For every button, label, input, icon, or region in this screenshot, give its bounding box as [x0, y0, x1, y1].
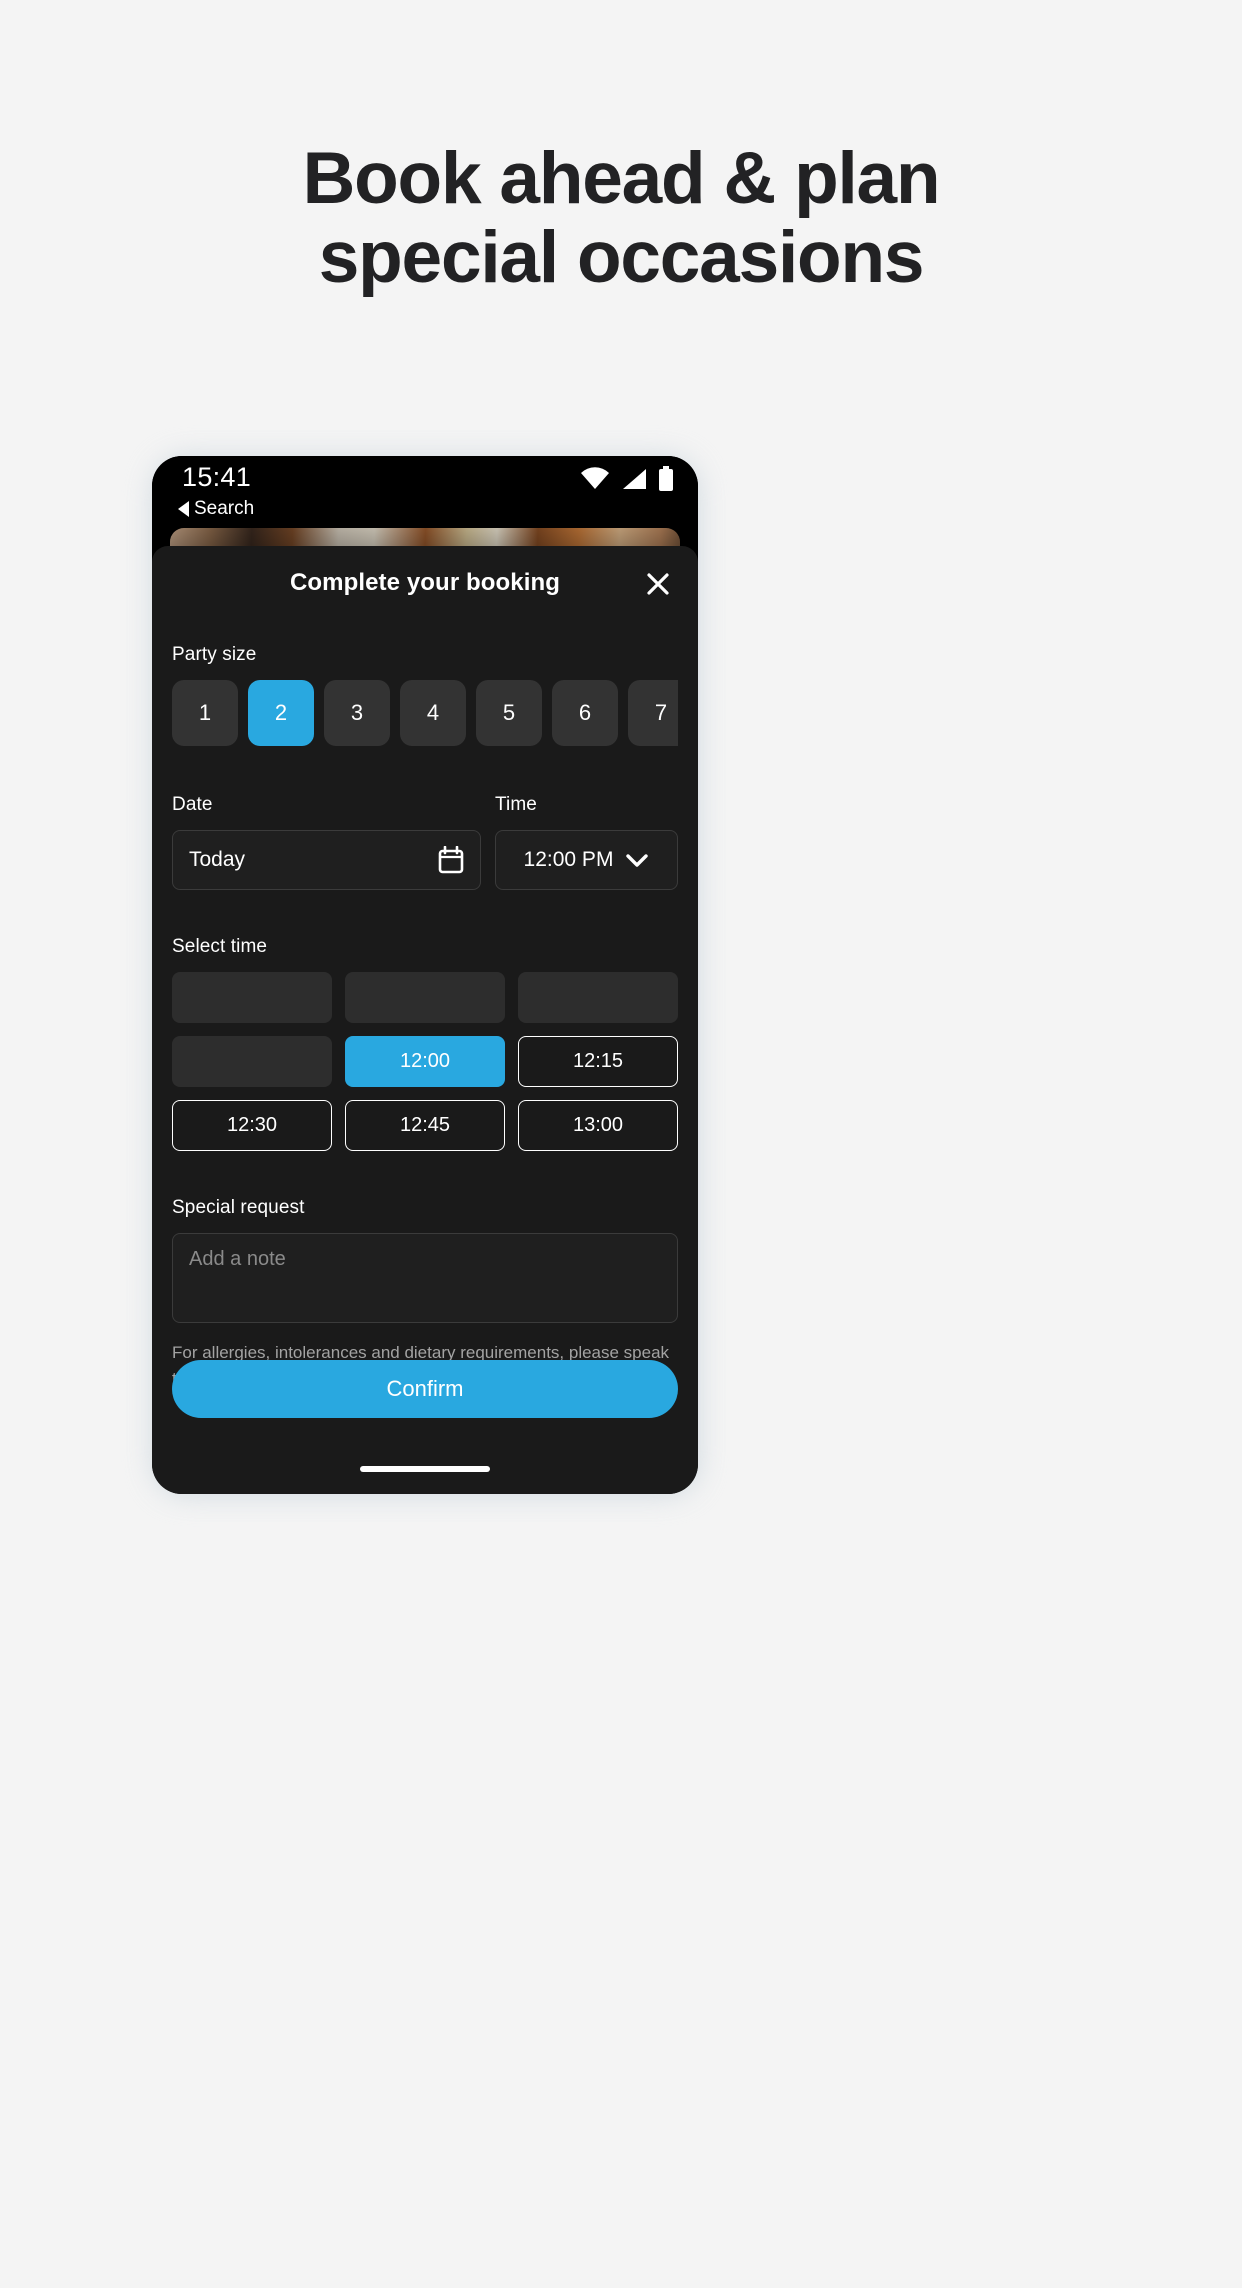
phone-frame: 15:41 Search Complete your booking Party…: [152, 456, 698, 1494]
party-size-chip-7[interactable]: 7: [628, 680, 678, 746]
status-bar: 15:41 Search: [152, 456, 698, 528]
date-label: Date: [172, 794, 213, 815]
calendar-icon: [438, 846, 464, 874]
time-label: Time: [495, 794, 537, 815]
party-size-chip-6[interactable]: 6: [552, 680, 618, 746]
page-title: Book ahead & plan special occasions: [0, 138, 1242, 298]
special-request-label: Special request: [172, 1197, 305, 1218]
chevron-down-icon: [626, 854, 649, 867]
battery-icon: [659, 466, 673, 491]
back-label: Search: [194, 498, 255, 519]
back-caret-icon: [178, 501, 189, 517]
time-slot-unavailable: [172, 1036, 332, 1087]
time-slot-13:00[interactable]: 13:00: [518, 1100, 678, 1151]
promo-screenshot: Book ahead & plan special occasions 15:4…: [0, 0, 1242, 2288]
party-size-chip-4[interactable]: 4: [400, 680, 466, 746]
booking-sheet: Complete your booking Party size 1234567…: [152, 546, 698, 1494]
close-icon[interactable]: [640, 566, 676, 602]
time-slot-12:30[interactable]: 12:30: [172, 1100, 332, 1151]
time-slot-unavailable: [518, 972, 678, 1023]
time-value: 12:00 PM: [523, 848, 614, 871]
date-input[interactable]: Today: [172, 830, 481, 890]
sheet-header: Complete your booking: [172, 546, 678, 620]
time-slot-unavailable: [172, 972, 332, 1023]
select-time-label: Select time: [172, 936, 268, 957]
time-slot-unavailable: [345, 972, 505, 1023]
date-value: Today: [189, 848, 246, 871]
time-slot-12:45[interactable]: 12:45: [345, 1100, 505, 1151]
select-time-section: Select time 12:00 12:15 12:30 12:45 13:00: [172, 936, 678, 1151]
status-time: 15:41: [182, 462, 252, 492]
wifi-icon: [581, 467, 609, 489]
home-indicator: [360, 1466, 490, 1472]
time-select[interactable]: 12:00 PM: [495, 830, 678, 890]
time-field: Time 12:00 PM: [495, 794, 678, 890]
time-slot-grid[interactable]: 12:00 12:15 12:30 12:45 13:00: [172, 972, 678, 1151]
special-request-input[interactable]: [172, 1233, 678, 1323]
party-size-chip-2[interactable]: 2: [248, 680, 314, 746]
cellular-signal-icon: [623, 469, 646, 489]
party-size-chip-3[interactable]: 3: [324, 680, 390, 746]
headline-line-1: Book ahead & plan: [302, 138, 941, 219]
headline-line-2: special occasions: [318, 216, 925, 298]
party-size-options[interactable]: 1234567: [172, 680, 678, 746]
sheet-title: Complete your booking: [289, 569, 561, 596]
party-size-label: Party size: [172, 644, 257, 665]
date-time-section: Date Today Time 12:00 PM: [172, 794, 678, 890]
party-size-chip-5[interactable]: 5: [476, 680, 542, 746]
status-icons: [580, 466, 674, 492]
date-field: Date Today: [172, 794, 481, 890]
party-size-chip-1[interactable]: 1: [172, 680, 238, 746]
party-size-section: Party size 1234567: [172, 644, 678, 746]
back-to-search-link[interactable]: Search: [178, 498, 254, 520]
confirm-button[interactable]: Confirm: [172, 1360, 678, 1418]
close-glyph: [647, 573, 669, 595]
time-slot-12:00[interactable]: 12:00: [345, 1036, 505, 1087]
time-slot-12:15[interactable]: 12:15: [518, 1036, 678, 1087]
